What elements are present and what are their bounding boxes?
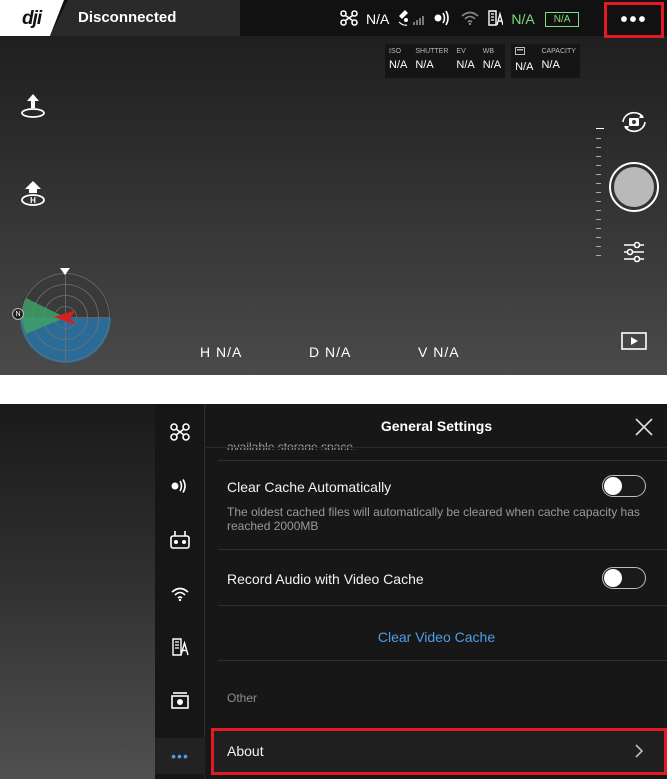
battery-icon[interactable] [487, 9, 505, 29]
record-audio-toggle[interactable] [602, 567, 646, 589]
rail-item-camera[interactable] [155, 685, 205, 715]
param-storage: N/A [515, 47, 533, 75]
compass-north-badge: N [12, 308, 24, 320]
close-icon [635, 418, 653, 436]
camera-icon [171, 692, 189, 709]
more-dots-icon: ••• [620, 9, 648, 31]
param-label: WB [482, 48, 495, 55]
camera-view: dji Disconnected N/A N/A N/A ••• ISO N/A… [0, 0, 667, 375]
toggle-knob [604, 569, 622, 587]
battery-icon [172, 638, 189, 656]
gps-satellite-icon[interactable] [397, 9, 425, 29]
section-divider [0, 375, 667, 404]
takeoff-button[interactable] [18, 90, 48, 120]
clear-cache-description: The oldest cached files will automatical… [227, 505, 640, 533]
param-value: N/A [515, 61, 534, 73]
divider [218, 605, 667, 606]
rc-signal-icon [171, 479, 186, 493]
param-shutter: SHUTTER N/A [415, 47, 448, 75]
camera-settings-button[interactable] [620, 238, 648, 266]
param-value: N/A [541, 59, 560, 71]
param-ev: EV N/A [456, 47, 474, 75]
sd-card-icon [515, 47, 533, 59]
camera-backdrop [0, 404, 155, 779]
close-button[interactable] [634, 417, 654, 437]
radar-graphic [20, 272, 111, 363]
divider [218, 460, 667, 461]
param-value: N/A [456, 59, 475, 71]
radar-map[interactable] [20, 272, 111, 363]
top-status-bar: dji Disconnected N/A N/A N/A ••• [0, 0, 667, 38]
more-dots-icon: ••• [171, 748, 189, 764]
general-settings-panel: available storage space. General Setting… [206, 404, 667, 779]
sliders-icon [624, 241, 644, 263]
aircraft-icon [170, 423, 190, 441]
zoom-scale[interactable] [594, 128, 604, 262]
camera-switch-icon [622, 111, 646, 133]
dji-logo[interactable]: dji [22, 8, 42, 30]
svg-text:H: H [30, 196, 36, 205]
aircraft-icon[interactable] [340, 9, 358, 29]
vertical-speed-readout: V N/A [418, 344, 460, 360]
more-options-button[interactable]: ••• [604, 2, 664, 38]
shutter-button[interactable] [609, 162, 659, 212]
divider [218, 549, 667, 550]
clear-cache-label: Clear Cache Automatically [227, 479, 392, 495]
page-title: General Settings [380, 417, 493, 434]
rail-item-remote-controller[interactable] [155, 525, 205, 555]
storage-params: N/A CAPACITY N/A [511, 44, 580, 78]
clear-video-cache-button[interactable]: Clear Video Cache [206, 629, 667, 645]
return-home-button[interactable]: H [18, 178, 48, 208]
camera-parameters[interactable]: ISO N/A SHUTTER N/A EV N/A WB N/A N/A CAPACI… [385, 44, 580, 78]
section-label-other: Other [227, 691, 258, 705]
heading-marker-icon [60, 268, 70, 275]
wifi-icon [171, 587, 189, 601]
param-value: N/A [482, 59, 502, 71]
rail-item-battery[interactable] [155, 632, 205, 662]
playback-button[interactable] [620, 330, 648, 352]
param-capacity: CAPACITY N/A [541, 47, 576, 75]
param-label: ISO [389, 48, 402, 55]
about-row[interactable]: About [211, 728, 667, 775]
height-readout: H N/A [200, 344, 243, 360]
divider [218, 660, 667, 661]
param-label: SHUTTER [415, 48, 449, 55]
return-home-icon: H [21, 181, 45, 206]
settings-header: General Settings [206, 404, 667, 448]
settings-view: ••• available storage space. General Set… [0, 404, 667, 779]
takeoff-icon [21, 94, 45, 118]
battery-box-value: N/A [544, 11, 580, 27]
aircraft-value: N/A [366, 11, 390, 27]
record-audio-label: Record Audio with Video Cache [227, 571, 424, 587]
remote-controller-icon [170, 531, 190, 549]
param-label: EV [456, 48, 466, 55]
param-label: CAPACITY [541, 48, 576, 55]
param-value: N/A [415, 59, 434, 71]
playback-icon [621, 332, 647, 350]
clear-cache-toggle[interactable] [602, 475, 646, 497]
toggle-knob [604, 477, 622, 495]
param-wb: WB N/A [483, 47, 501, 75]
rc-signal-icon[interactable] [433, 10, 453, 29]
settings-category-rail: ••• [155, 404, 205, 779]
about-label: About [227, 743, 264, 759]
rail-item-aircraft[interactable] [155, 417, 205, 447]
connection-status[interactable]: Disconnected [78, 9, 176, 26]
chevron-right-icon [635, 744, 644, 758]
rail-item-general[interactable]: ••• [155, 738, 205, 774]
wifi-icon[interactable] [461, 11, 479, 28]
battery-value: N/A [511, 11, 535, 27]
camera-switch-button[interactable] [618, 108, 650, 136]
shutter-core [614, 167, 654, 207]
status-indicators: N/A N/A N/A [340, 8, 580, 30]
rail-item-wifi[interactable] [155, 579, 205, 609]
rail-item-rc-signal[interactable] [155, 471, 205, 501]
exposure-params: ISO N/A SHUTTER N/A EV N/A WB N/A [385, 44, 506, 78]
param-value: N/A [389, 59, 408, 71]
param-iso: ISO N/A [389, 47, 407, 75]
distance-readout: D N/A [309, 344, 352, 360]
